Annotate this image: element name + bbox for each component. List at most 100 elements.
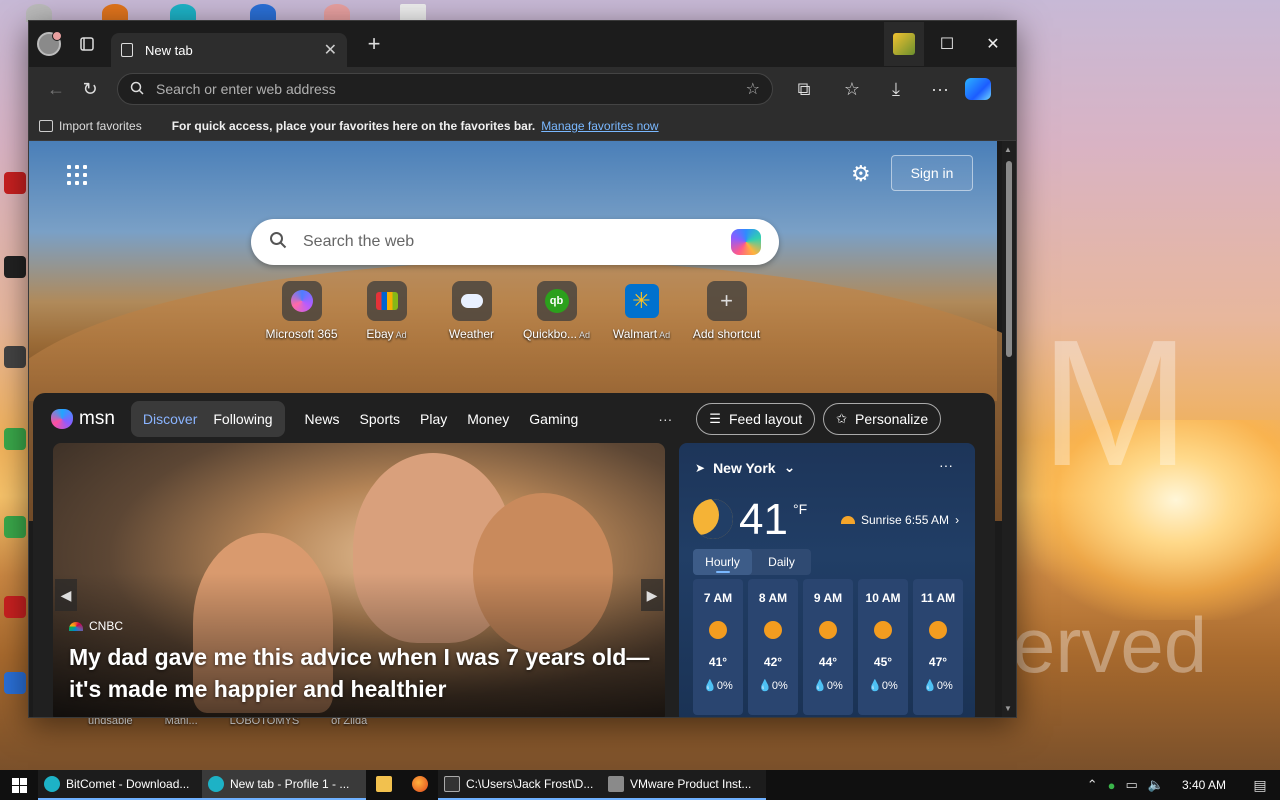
- tab-daily[interactable]: Daily: [752, 549, 811, 575]
- manage-favorites-link[interactable]: Manage favorites now: [541, 119, 658, 133]
- shortcut-label: Microsoft 365: [265, 327, 338, 341]
- hour-time: 7 AM: [703, 591, 733, 605]
- window-controls: ☐ ✕: [884, 21, 1016, 67]
- chevron-down-icon: ⌄: [783, 459, 796, 475]
- sunrise-link[interactable]: Sunrise 6:55 AM ›: [841, 513, 959, 527]
- favorite-star-icon[interactable]: ☆: [746, 79, 760, 99]
- shortcut-label: Quickbo...: [522, 327, 577, 341]
- forecast-toggle: Hourly Daily: [693, 549, 811, 575]
- carousel-next-button[interactable]: ▶: [641, 579, 663, 611]
- notification-center-icon[interactable]: ▤: [1240, 777, 1280, 794]
- desktop-shortcut[interactable]: [4, 428, 30, 452]
- forecast-hour[interactable]: 7 AM 41° 💧0%: [693, 579, 743, 715]
- nav-play[interactable]: Play: [420, 411, 447, 427]
- extensions-icon[interactable]: ⧉: [787, 72, 821, 106]
- nav-gaming[interactable]: Gaming: [529, 411, 578, 427]
- web-search-box[interactable]: Search the web: [251, 219, 779, 265]
- system-clock[interactable]: 3:40 AM: [1182, 778, 1226, 792]
- scroll-down-arrow-icon[interactable]: ▼: [1004, 704, 1012, 713]
- personalize-label: Personalize: [855, 411, 929, 427]
- settings-more-icon[interactable]: ···: [923, 72, 957, 106]
- desktop-shortcut[interactable]: [4, 516, 30, 540]
- taskbar-item-file-explorer[interactable]: [366, 770, 402, 800]
- personalize-button[interactable]: ✩ Personalize: [823, 403, 942, 435]
- shortcut-weather[interactable]: Weather: [429, 281, 514, 341]
- edge-window: New tab ✕ + ☐ ✕ ← ↻ Search or enter web …: [28, 20, 1017, 718]
- nav-money[interactable]: Money: [467, 411, 509, 427]
- maximize-button[interactable]: ☐: [924, 34, 970, 54]
- refresh-button[interactable]: ↻: [73, 72, 107, 106]
- shortcut-quickbooks[interactable]: qb Quickbo... Ad: [514, 281, 599, 341]
- hour-temp: 47°: [928, 655, 948, 669]
- nav-sports[interactable]: Sports: [360, 411, 400, 427]
- sign-in-button[interactable]: Sign in: [891, 155, 973, 191]
- desktop-watermark-letter: M: [1040, 303, 1190, 504]
- taskbar-item-vmware[interactable]: VMware Product Inst...: [602, 770, 766, 800]
- volume-icon[interactable]: 🔈: [1148, 777, 1164, 793]
- copilot-search-icon[interactable]: [731, 229, 761, 255]
- scroll-up-arrow-icon[interactable]: ▲: [1004, 145, 1012, 154]
- network-icon[interactable]: ▭: [1125, 777, 1137, 793]
- temperature-unit[interactable]: °F: [793, 501, 807, 517]
- weather-card[interactable]: ➤ New York ⌄ ··· 41 °F Sunrise 6:55 AM ›…: [679, 443, 975, 717]
- system-tray: ⌃ ● ▭ 🔈 3:40 AM: [1087, 777, 1240, 793]
- game-extension-icon[interactable]: [884, 22, 924, 66]
- carousel-prev-button[interactable]: ◀: [55, 579, 77, 611]
- article-title[interactable]: My dad gave me this advice when I was 7 …: [69, 641, 659, 705]
- taskbar-item-cmd[interactable]: C:\Users\Jack Frost\D...: [438, 770, 602, 800]
- forecast-hour[interactable]: 10 AM 45° 💧0%: [858, 579, 908, 715]
- tab-actions-icon[interactable]: [69, 28, 105, 60]
- tab-discover[interactable]: Discover: [135, 411, 205, 427]
- desktop-shortcut[interactable]: [4, 672, 30, 696]
- forecast-hour[interactable]: 9 AM 44° 💧0%: [803, 579, 853, 715]
- tab-following[interactable]: Following: [205, 411, 280, 427]
- taskbar-item-firefox[interactable]: [402, 770, 438, 800]
- import-favorites-button[interactable]: Import favorites: [39, 119, 142, 133]
- forecast-hour[interactable]: 11 AM 47° 💧0%: [913, 579, 963, 715]
- sun-icon: [709, 621, 727, 639]
- feed-layout-button[interactable]: ☰ Feed layout: [696, 403, 816, 435]
- app-launcher-icon[interactable]: [67, 165, 87, 185]
- msn-logo[interactable]: msn: [51, 408, 115, 430]
- new-tab-button[interactable]: +: [359, 31, 389, 57]
- hour-time: 9 AM: [813, 591, 843, 605]
- shortcut-walmart[interactable]: ✳ Walmart Ad: [599, 281, 684, 341]
- profile-avatar[interactable]: [37, 31, 62, 56]
- chevron-up-icon[interactable]: ⌃: [1087, 777, 1098, 793]
- address-bar[interactable]: Search or enter web address ☆: [117, 73, 773, 105]
- edge-icon: [208, 776, 224, 792]
- copilot-icon[interactable]: [965, 78, 991, 100]
- close-window-button[interactable]: ✕: [970, 34, 1016, 54]
- taskbar-item-new-tab[interactable]: New tab - Profile 1 - ...: [202, 770, 366, 800]
- desktop-shortcut[interactable]: [4, 596, 30, 620]
- hero-article-card[interactable]: ◀ ▶ CNBC My dad gave me this advice when…: [53, 443, 665, 717]
- desktop-shortcut[interactable]: [4, 172, 30, 196]
- start-button[interactable]: [0, 777, 38, 793]
- favorites-icon[interactable]: ☆: [835, 72, 869, 106]
- desktop-shortcut[interactable]: [4, 256, 30, 280]
- shortcut-microsoft-365[interactable]: Microsoft 365: [259, 281, 344, 341]
- user-status-icon[interactable]: ●: [1108, 778, 1116, 793]
- tab-hourly[interactable]: Hourly: [693, 549, 752, 575]
- sun-icon: [819, 621, 837, 639]
- nbc-peacock-icon: [69, 621, 83, 631]
- page-settings-gear-icon[interactable]: ⚙: [851, 161, 871, 187]
- nav-news[interactable]: News: [305, 411, 340, 427]
- close-tab-icon[interactable]: ✕: [324, 40, 337, 60]
- nav-more-button[interactable]: ···: [658, 411, 672, 427]
- page-icon: [121, 43, 133, 57]
- shortcut-ebay[interactable]: Ebay Ad: [344, 281, 429, 341]
- taskbar-item-bitcomet[interactable]: BitComet - Download...: [38, 770, 202, 800]
- forecast-hour[interactable]: 8 AM 42° 💧0%: [748, 579, 798, 715]
- hour-precip: 0%: [881, 680, 898, 692]
- weather-location[interactable]: ➤ New York ⌄: [695, 459, 795, 476]
- page-scrollbar[interactable]: ▲ ▼: [1002, 141, 1016, 717]
- task-label: New tab - Profile 1 - ...: [230, 777, 350, 791]
- tab-new-tab[interactable]: New tab ✕: [111, 33, 347, 67]
- scrollbar-thumb[interactable]: [1006, 161, 1012, 357]
- desktop-shortcut[interactable]: [4, 346, 30, 370]
- add-shortcut-button[interactable]: + Add shortcut: [684, 281, 769, 341]
- downloads-icon[interactable]: ⤓: [879, 72, 913, 106]
- weather-more-button[interactable]: ···: [939, 457, 953, 473]
- back-button[interactable]: ←: [39, 72, 73, 106]
